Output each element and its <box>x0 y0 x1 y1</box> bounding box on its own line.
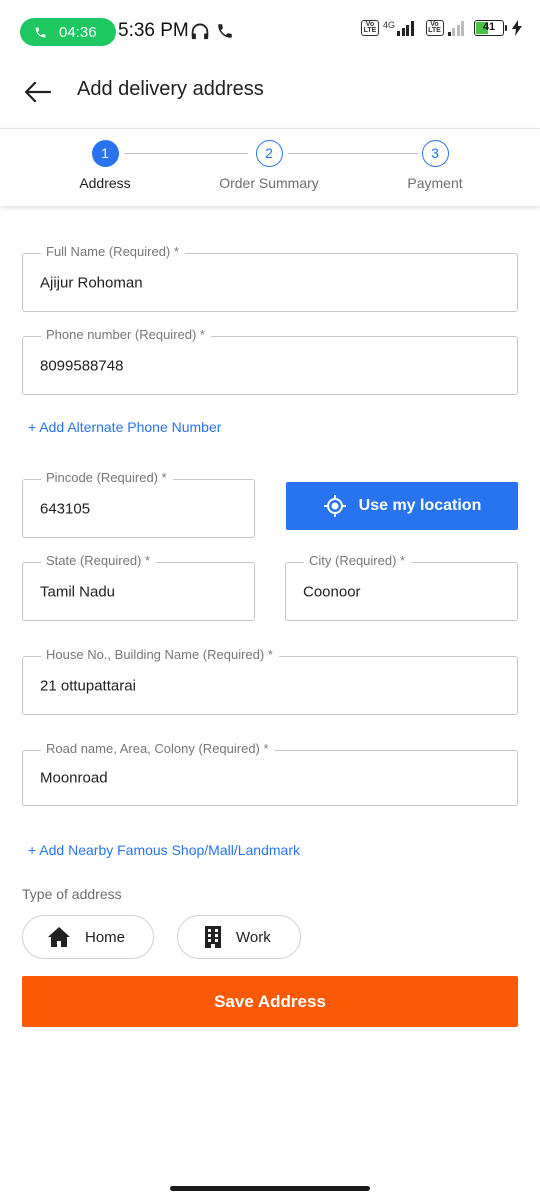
field-label: Full Name (Required) * <box>41 244 185 259</box>
field-label: Phone number (Required) * <box>41 327 211 342</box>
back-button[interactable] <box>22 76 54 108</box>
field-value: 21 ottupattarai <box>40 677 136 694</box>
phone-field[interactable]: Phone number (Required) * 8099588748 <box>22 327 518 395</box>
pincode-field[interactable]: Pincode (Required) * 643105 <box>22 470 255 538</box>
step-number: 1 <box>91 140 119 167</box>
state-field[interactable]: State (Required) * Tamil Nadu <box>22 553 255 621</box>
chip-label: Home <box>85 928 126 946</box>
status-bar: 04:36 5:36 PM Vo LTE 4G Vo LTE 41 <box>0 0 540 64</box>
office-building-icon <box>205 926 221 948</box>
field-value: Tamil Nadu <box>40 583 116 600</box>
step-label: Payment <box>407 175 463 191</box>
volte-icon: Vo LTE <box>360 20 379 36</box>
city-field[interactable]: City (Required) * Coonoor <box>285 553 518 621</box>
step-number: 3 <box>421 140 449 167</box>
clock: 5:36 PM <box>118 20 189 41</box>
address-type-label: Type of address <box>22 886 122 902</box>
step-label: Order Summary <box>219 175 319 191</box>
step-order-summary: 2 Order Summary <box>189 140 349 191</box>
add-landmark-link[interactable]: + Add Nearby Famous Shop/Mall/Landmark <box>28 842 300 858</box>
use-my-location-button[interactable]: Use my location <box>286 482 518 530</box>
field-label: Road name, Area, Colony (Required) * <box>41 741 275 756</box>
step-label: Address <box>79 175 131 191</box>
checkout-stepper: 1 Address 2 Order Summary 3 Payment <box>0 128 540 206</box>
address-type-work-chip[interactable]: Work <box>177 915 301 959</box>
step-number: 2 <box>255 140 283 167</box>
page-title: Add delivery address <box>77 78 264 100</box>
gesture-home-indicator[interactable] <box>170 1186 370 1191</box>
charging-icon <box>512 20 522 36</box>
signal-icon <box>447 20 464 36</box>
phone-icon <box>35 27 46 37</box>
road-area-field[interactable]: Road name, Area, Colony (Required) * Moo… <box>22 741 518 806</box>
field-label: City (Required) * <box>304 553 412 568</box>
house-building-field[interactable]: House No., Building Name (Required) * 21… <box>22 647 518 715</box>
call-timer: 04:36 <box>59 23 97 41</box>
headset-icon <box>191 23 209 40</box>
battery-icon: 41 <box>474 20 507 36</box>
save-address-button[interactable]: Save Address <box>22 976 518 1027</box>
volte-icon: Vo LTE <box>425 20 444 36</box>
field-value: Coonoor <box>303 583 361 600</box>
home-icon <box>48 927 70 947</box>
field-value: 8099588748 <box>40 357 124 374</box>
arrow-left-icon <box>24 81 52 103</box>
step-address: 1 Address <box>25 140 185 191</box>
address-type-home-chip[interactable]: Home <box>22 915 154 959</box>
field-value: Moonroad <box>40 769 108 787</box>
field-label: House No., Building Name (Required) * <box>41 647 279 662</box>
app-header: Add delivery address <box>0 64 540 128</box>
field-label: State (Required) * <box>41 553 157 568</box>
ongoing-call-pill[interactable]: 04:36 <box>20 18 116 46</box>
field-label: Pincode (Required) * <box>41 470 173 485</box>
signal-icon <box>397 20 414 36</box>
network-type: 4G <box>382 20 395 30</box>
location-crosshair-icon <box>323 495 346 517</box>
field-value: Ajijur Rohoman <box>40 274 143 291</box>
full-name-field[interactable]: Full Name (Required) * Ajijur Rohoman <box>22 244 518 312</box>
battery-level: 41 <box>482 21 496 33</box>
phone-icon <box>218 24 232 38</box>
add-alternate-phone-link[interactable]: + Add Alternate Phone Number <box>28 419 221 435</box>
chip-label: Work <box>236 928 271 946</box>
step-payment: 3 Payment <box>355 140 515 191</box>
field-value: 643105 <box>40 500 91 517</box>
use-my-location-label: Use my location <box>358 497 482 514</box>
status-icons: Vo LTE 4G Vo LTE 41 <box>360 20 522 36</box>
